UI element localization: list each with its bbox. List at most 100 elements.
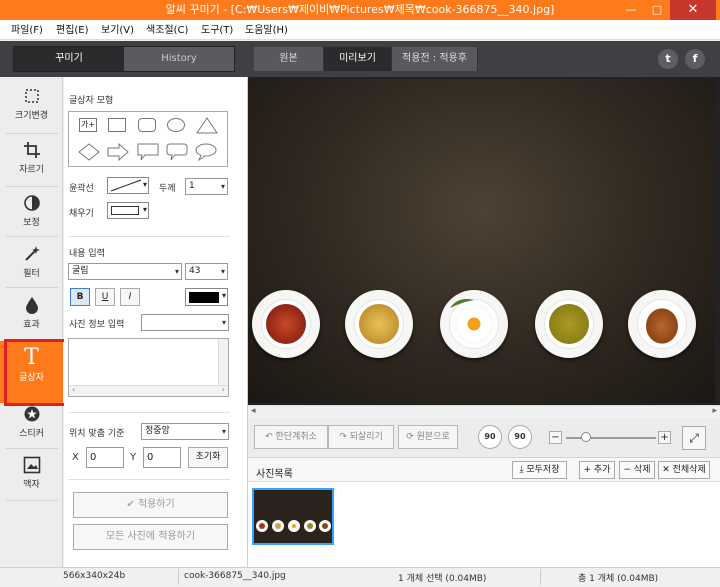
- bold-button[interactable]: B: [70, 288, 90, 306]
- rail-frame[interactable]: 액자: [0, 449, 63, 505]
- check-icon: ✔: [126, 499, 138, 510]
- status-selection: 1 개체 선택 (0.04MB): [398, 574, 487, 584]
- rail-adjust[interactable]: 보정: [0, 187, 63, 243]
- tab-original[interactable]: 원본: [254, 47, 324, 71]
- rotate-left-button[interactable]: 90: [478, 425, 502, 449]
- shape-plain-text[interactable]: 가+: [79, 118, 97, 132]
- redo-icon: ↷: [339, 432, 350, 442]
- photo-list-title: 사진목록: [256, 469, 293, 480]
- redo-button[interactable]: ↷ 되살리기: [328, 425, 394, 449]
- sticker-icon: [23, 405, 41, 423]
- underline-button[interactable]: U: [95, 288, 115, 306]
- tab-history[interactable]: History: [124, 47, 234, 71]
- fit-screen-button[interactable]: ⤢: [682, 426, 706, 450]
- zoom-out-button[interactable]: −: [549, 431, 562, 444]
- add-button[interactable]: + 추가: [579, 461, 615, 479]
- twitter-icon[interactable]: t: [658, 49, 678, 69]
- shape-rectangle[interactable]: [108, 118, 126, 132]
- y-input[interactable]: 0: [143, 447, 181, 468]
- rotate-right-button[interactable]: 90: [508, 425, 532, 449]
- zoom-in-button[interactable]: +: [658, 431, 671, 444]
- close-button[interactable]: ✕: [670, 0, 716, 20]
- zoom-slider-track[interactable]: [566, 437, 656, 439]
- rail-sticker[interactable]: 스티커: [0, 398, 63, 454]
- chevron-down-icon: ▾: [220, 267, 225, 276]
- menu-file[interactable]: 파일(F): [11, 24, 43, 38]
- scroll-left-icon[interactable]: ◂: [251, 406, 256, 416]
- rail-resize-label: 크기변경: [14, 111, 49, 121]
- status-total: 총 1 개체 (0.04MB): [578, 574, 659, 584]
- scroll-right-icon[interactable]: ▸: [712, 406, 717, 416]
- reset-button[interactable]: 초기화: [188, 447, 228, 468]
- delete-all-button[interactable]: ✕ 전체삭제: [658, 461, 710, 479]
- rail-adjust-label: 보정: [23, 218, 40, 228]
- contrast-icon: [23, 194, 41, 212]
- chevron-down-icon: ▾: [221, 291, 226, 300]
- rail-crop[interactable]: 자르기: [0, 134, 63, 190]
- save-all-button[interactable]: ⤓ 모두저장: [512, 461, 567, 479]
- selection-highlight-box: [4, 339, 67, 406]
- delete-button[interactable]: − 삭제: [619, 461, 655, 479]
- menu-tools[interactable]: 도구(T): [201, 24, 233, 38]
- photo-info-select[interactable]: ▾: [141, 314, 229, 331]
- thickness-select[interactable]: 1 ▾: [185, 178, 228, 195]
- photo-thumbnail[interactable]: [252, 488, 334, 545]
- zoom-slider-thumb[interactable]: [580, 432, 591, 442]
- text-color-select[interactable]: ▾: [185, 288, 228, 306]
- photo-info-label: 사진 정보 입력: [69, 320, 125, 330]
- shape-speech-ellipse[interactable]: [195, 143, 217, 164]
- rail-filter-label: 필터: [23, 269, 40, 279]
- rail-filter[interactable]: 필터: [0, 238, 63, 294]
- section-divider: [68, 236, 230, 237]
- thickness-label: 두께: [159, 184, 176, 194]
- shape-arrow[interactable]: [107, 142, 129, 164]
- italic-button[interactable]: I: [120, 288, 140, 306]
- restore-original-button[interactable]: ⟳ 원본으로: [398, 425, 458, 449]
- facebook-icon[interactable]: f: [685, 49, 705, 69]
- drop-icon: [23, 296, 41, 314]
- outline-style-select[interactable]: ▾: [107, 177, 149, 194]
- rail-divider: [6, 287, 58, 288]
- shape-triangle[interactable]: [196, 117, 218, 137]
- section-divider: [68, 479, 230, 480]
- maximize-button[interactable]: □: [644, 0, 670, 20]
- rail-resize[interactable]: 크기변경: [0, 80, 63, 136]
- rail-divider: [6, 500, 58, 501]
- position-select[interactable]: 정중앙 ▾: [141, 423, 229, 440]
- textarea-scrollbar[interactable]: ‹ ›: [69, 385, 228, 396]
- menu-help[interactable]: 도움말(H): [245, 24, 288, 38]
- x-input[interactable]: 0: [86, 447, 124, 468]
- font-size-select[interactable]: 43 ▾: [185, 263, 228, 280]
- outline-label: 윤곽선: [69, 184, 94, 194]
- menu-edit[interactable]: 편집(E): [56, 24, 89, 38]
- font-select[interactable]: 굴림 ▾: [68, 263, 182, 280]
- menu-color[interactable]: 색조절(C): [146, 24, 188, 38]
- tab-compare[interactable]: 적용전 : 적용후: [392, 47, 478, 71]
- undo-button[interactable]: ↶ 한단계취소: [254, 425, 328, 449]
- shape-speech-round[interactable]: [166, 143, 188, 164]
- shape-speech-rect[interactable]: [137, 143, 159, 164]
- status-divider: [540, 569, 541, 585]
- tab-decorate[interactable]: 꾸미기: [14, 47, 124, 71]
- shape-ellipse[interactable]: [167, 118, 185, 132]
- redo-label: 되살리기: [349, 432, 383, 442]
- shape-rounded-rect[interactable]: [138, 118, 156, 132]
- canvas-hscroll[interactable]: ◂ ▸: [248, 405, 720, 418]
- menu-view[interactable]: 보기(V): [101, 24, 134, 38]
- font-size-value: 43: [189, 266, 201, 276]
- fill-color-select[interactable]: ▾: [107, 202, 149, 219]
- rail-divider: [6, 236, 58, 237]
- textarea-vscroll[interactable]: [218, 339, 228, 385]
- status-divider: [178, 569, 179, 585]
- shape-diamond[interactable]: [78, 143, 100, 164]
- minimize-button[interactable]: —: [618, 0, 644, 20]
- font-value: 굴림: [72, 266, 89, 276]
- apply-button[interactable]: ✔ 적용하기: [73, 492, 228, 518]
- position-label: 위치 맞춤 기준: [69, 429, 125, 439]
- save-all-label: 모두저장: [526, 465, 560, 475]
- tab-preview[interactable]: 미리보기: [324, 47, 392, 71]
- rail-frame-label: 액자: [23, 480, 40, 490]
- apply-all-button[interactable]: 모든 사진에 적용하기: [73, 524, 228, 550]
- rail-effect[interactable]: 효과: [0, 289, 63, 345]
- plate-croissant: [628, 290, 696, 358]
